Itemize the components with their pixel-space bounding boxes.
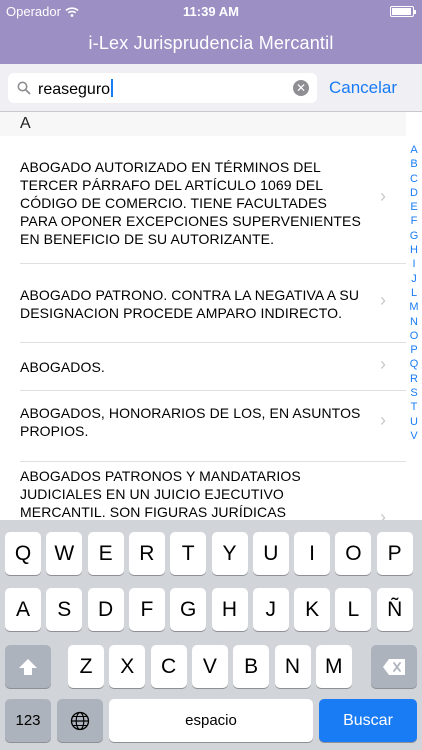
section-index[interactable]: ABCDEFGHIJLMNOPQRSTUV <box>406 143 422 443</box>
index-letter[interactable]: N <box>406 315 422 329</box>
search-bar: reaseguro ✕ Cancelar <box>0 64 422 112</box>
index-letter[interactable]: H <box>406 243 422 257</box>
shift-key[interactable] <box>5 645 51 688</box>
index-letter[interactable]: O <box>406 329 422 343</box>
chevron-right-icon: › <box>380 186 386 206</box>
index-letter[interactable]: T <box>406 400 422 414</box>
chevron-right-icon: › <box>380 290 386 310</box>
text-caret <box>111 79 114 97</box>
list-item[interactable]: ABOGADO PATRONO. CONTRA LA NEGATIVA A SU… <box>0 264 406 342</box>
key-l[interactable]: L <box>335 588 372 631</box>
index-letter[interactable]: A <box>406 143 422 157</box>
key-x[interactable]: X <box>109 645 146 688</box>
list-item-text: ABOGADOS PATRONOS Y MANDATARIOS JUDICIALE… <box>20 468 301 520</box>
key-t[interactable]: T <box>170 532 207 575</box>
status-time: 11:39 AM <box>183 4 239 19</box>
index-letter[interactable]: D <box>406 186 422 200</box>
key-ñ[interactable]: Ñ <box>376 588 413 631</box>
chevron-right-icon: › <box>380 354 386 374</box>
search-key[interactable]: Buscar <box>319 699 417 742</box>
search-input[interactable]: reaseguro ✕ <box>8 73 317 103</box>
list-item[interactable]: ABOGADOS. › <box>0 343 406 390</box>
key-o[interactable]: O <box>335 532 372 575</box>
index-letter[interactable]: V <box>406 429 422 443</box>
key-u[interactable]: U <box>252 532 289 575</box>
index-letter[interactable]: L <box>406 286 422 300</box>
shift-arrow-icon <box>19 658 37 675</box>
page-title: i-Lex Jurisprudencia Mercantil <box>88 33 334 53</box>
numbers-key[interactable]: 123 <box>5 699 51 742</box>
key-k[interactable]: K <box>294 588 331 631</box>
space-key[interactable]: espacio <box>109 699 313 742</box>
search-input-value: reaseguro <box>38 79 114 99</box>
key-g[interactable]: G <box>170 588 207 631</box>
key-p[interactable]: P <box>376 532 413 575</box>
key-y[interactable]: Y <box>211 532 248 575</box>
key-j[interactable]: J <box>252 588 289 631</box>
list-item-text: ABOGADO PATRONO. CONTRA LA NEGATIVA A SU… <box>20 287 360 321</box>
key-e[interactable]: E <box>87 532 124 575</box>
key-w[interactable]: W <box>46 532 83 575</box>
status-bar: Operador 11:39 AM <box>0 0 422 22</box>
index-letter[interactable]: M <box>406 300 422 314</box>
key-r[interactable]: R <box>128 532 165 575</box>
section-header: A <box>0 112 406 136</box>
nav-bar: Operador 11:39 AM i-Lex Jurisprudencia M… <box>0 0 422 64</box>
clear-search-icon[interactable]: ✕ <box>293 80 309 96</box>
globe-icon <box>70 711 90 730</box>
list-item[interactable]: ABOGADOS, HONORARIOS DE LOS, EN ASUNTOS P… <box>0 391 406 461</box>
key-z[interactable]: Z <box>68 645 104 688</box>
key-i[interactable]: I <box>294 532 331 575</box>
list-item-text: ABOGADO AUTORIZADO EN TÉRMINOS DEL TERCER… <box>20 159 361 247</box>
battery-icon <box>390 6 416 17</box>
keyboard: 123 espacio Buscar QWERTYUIOP ASDFGHJKLÑ Z… <box>0 520 422 750</box>
index-letter[interactable]: E <box>406 200 422 214</box>
backspace-key[interactable] <box>371 645 417 688</box>
key-q[interactable]: Q <box>5 532 41 575</box>
key-v[interactable]: V <box>191 645 228 688</box>
search-icon <box>17 81 31 100</box>
key-b[interactable]: B <box>233 645 270 688</box>
index-letter[interactable]: P <box>406 343 422 357</box>
list-item-text: ABOGADOS, HONORARIOS DE LOS, EN ASUNTOS P… <box>20 405 361 439</box>
key-d[interactable]: D <box>87 588 124 631</box>
key-n[interactable]: N <box>274 645 311 688</box>
backspace-icon <box>383 658 405 675</box>
index-letter[interactable]: I <box>406 257 422 271</box>
index-letter[interactable]: G <box>406 229 422 243</box>
index-letter[interactable]: J <box>406 272 422 286</box>
list-item[interactable]: ABOGADOS PATRONOS Y MANDATARIOS JUDICIALE… <box>0 462 406 520</box>
index-letter[interactable]: Q <box>406 357 422 371</box>
list-item[interactable]: ABOGADO AUTORIZADO EN TÉRMINOS DEL TERCER… <box>0 136 406 263</box>
globe-key[interactable] <box>57 699 103 742</box>
index-letter[interactable]: B <box>406 157 422 171</box>
list-item-text: ABOGADOS. <box>20 359 105 375</box>
index-letter[interactable]: S <box>406 386 422 400</box>
index-letter[interactable]: R <box>406 372 422 386</box>
index-letter[interactable]: C <box>406 172 422 186</box>
key-c[interactable]: C <box>150 645 187 688</box>
key-m[interactable]: M <box>315 645 352 688</box>
index-letter[interactable]: F <box>406 214 422 228</box>
key-a[interactable]: A <box>5 588 41 631</box>
key-f[interactable]: F <box>128 588 165 631</box>
key-s[interactable]: S <box>46 588 83 631</box>
key-h[interactable]: H <box>211 588 248 631</box>
cancel-button[interactable]: Cancelar <box>329 78 397 98</box>
index-letter[interactable]: U <box>406 415 422 429</box>
chevron-right-icon: › <box>380 410 386 430</box>
results-list: A ABOGADO AUTORIZADO EN TÉRMINOS DEL TERC… <box>0 112 422 520</box>
chevron-right-icon: › <box>380 507 386 520</box>
